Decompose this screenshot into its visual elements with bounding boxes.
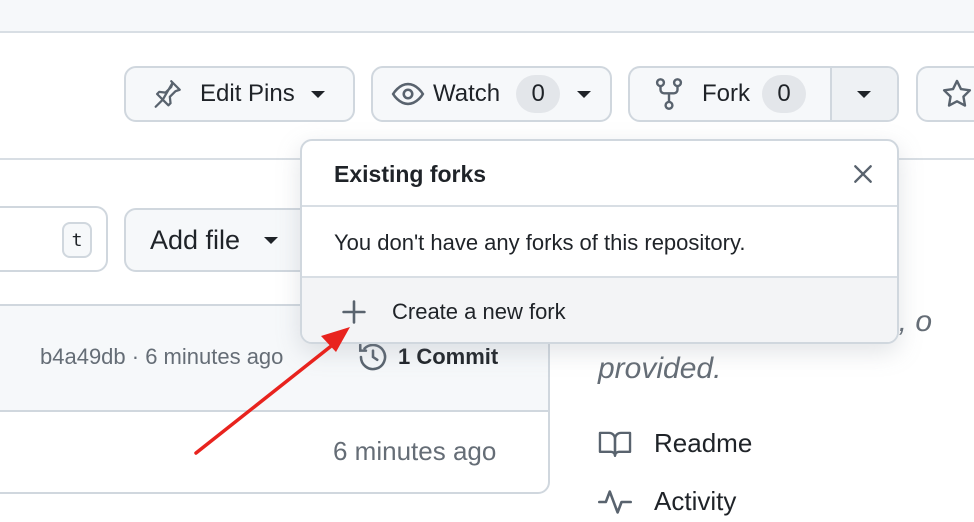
create-new-fork-label: Create a new fork	[392, 299, 566, 324]
file-row-time: 6 minutes ago	[333, 436, 497, 466]
watch-count: 0	[516, 75, 561, 113]
eye-icon	[391, 77, 425, 111]
watch-label: Watch	[433, 80, 501, 107]
sidebar-link-activity[interactable]: Activity	[598, 486, 736, 517]
add-file-label: Add file	[150, 224, 241, 255]
plus-icon	[340, 299, 368, 325]
commits-count-label: 1 Commit	[398, 344, 499, 369]
commits-link[interactable]: 1 Commit	[356, 340, 498, 374]
fork-button-group: Fork 0	[628, 66, 899, 122]
existing-forks-dropdown: Existing forks You don't have any forks …	[300, 139, 899, 344]
chevron-down-icon	[577, 90, 592, 98]
dropdown-header: Existing forks	[302, 141, 897, 207]
edit-pins-label: Edit Pins	[200, 80, 295, 107]
close-button[interactable]	[849, 160, 877, 188]
sidebar-link-readme[interactable]: Readme	[598, 428, 752, 459]
chevron-down-icon	[310, 90, 325, 98]
go-to-file-shortcut-key: t	[62, 222, 92, 258]
fork-count: 0	[762, 75, 806, 113]
close-icon	[852, 163, 874, 185]
watch-button[interactable]: Watch 0	[371, 66, 612, 122]
latest-commit-info[interactable]: b4a49db · 6 minutes ago	[40, 344, 283, 370]
sidebar-link-label: Activity	[654, 486, 737, 516]
book-icon	[598, 429, 632, 459]
fork-options-button[interactable]	[831, 68, 897, 120]
dropdown-title: Existing forks	[334, 161, 487, 187]
create-new-fork-button[interactable]: Create a new fork	[302, 276, 897, 342]
chevron-down-icon	[857, 90, 872, 98]
repo-header-strip	[0, 0, 974, 33]
add-file-button[interactable]: Add file	[124, 208, 314, 272]
edit-pins-button[interactable]: Edit Pins	[124, 66, 355, 122]
fork-label: Fork	[702, 80, 750, 107]
fork-button[interactable]: Fork 0	[630, 68, 832, 120]
chevron-down-icon	[264, 236, 279, 244]
repo-forked-icon	[654, 77, 684, 111]
star-icon	[940, 77, 974, 111]
about-description-line: provided.	[598, 352, 722, 385]
history-icon	[356, 340, 390, 374]
no-forks-message: You don't have any forks of this reposit…	[334, 230, 746, 255]
star-button[interactable]	[916, 66, 974, 122]
pin-icon	[150, 77, 184, 111]
pulse-icon	[598, 487, 632, 517]
sidebar-link-label: Readme	[654, 428, 753, 458]
